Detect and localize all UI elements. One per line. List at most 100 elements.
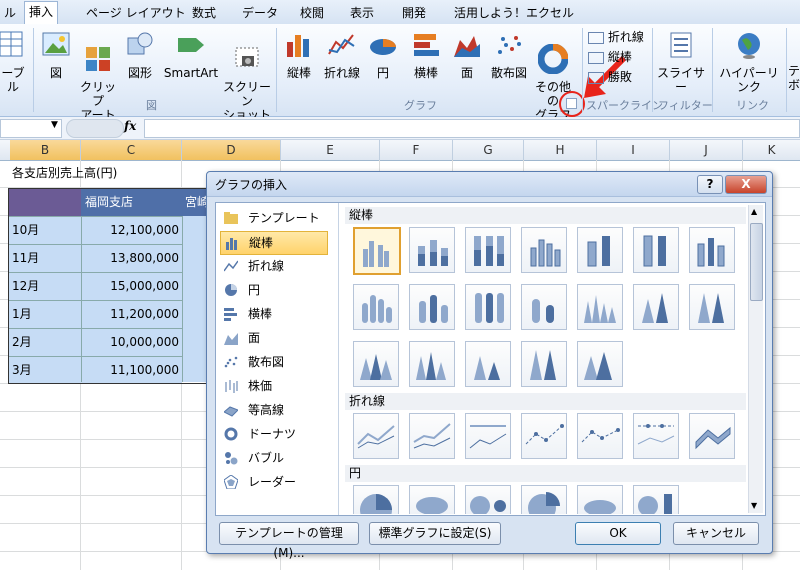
table-button[interactable]: ーブル [0, 30, 26, 94]
chart-type-stacked-line-markers[interactable] [577, 413, 623, 459]
tab-custom[interactable]: 活用しよう！エクセル [450, 3, 578, 24]
ok-button[interactable]: OK [575, 522, 661, 545]
chart-type-3d-cone[interactable] [353, 341, 399, 387]
chart-type-clustered-column[interactable] [353, 227, 401, 275]
gallery-scrollbar[interactable]: ▲ ▼ [748, 205, 763, 513]
scroll-up-icon[interactable]: ▲ [751, 207, 757, 216]
category-item-bubble[interactable]: バブル [220, 447, 326, 469]
column-header-b[interactable]: B [10, 140, 81, 160]
chart-type-stacked-pyramid[interactable] [465, 341, 511, 387]
chart-type-100-line-markers[interactable] [633, 413, 679, 459]
pie-chart-button[interactable]: 円 [366, 30, 400, 80]
chart-type-3d-100-stacked-column[interactable] [633, 227, 679, 273]
chart-type-100-stacked-cylinder[interactable] [465, 284, 511, 330]
chart-type-100-stacked-line[interactable] [465, 413, 511, 459]
table-corner-cell[interactable] [9, 189, 81, 216]
column-header-e[interactable]: E [281, 140, 380, 160]
tab-developer[interactable]: 開発 [398, 3, 430, 24]
dialog-title-bar[interactable]: グラフの挿入 ? X [207, 172, 772, 197]
tab-data[interactable]: データ [238, 3, 282, 24]
chart-type-pie-of-pie[interactable] [465, 485, 511, 516]
scroll-thumb[interactable] [750, 223, 763, 301]
column-header-d[interactable]: D [182, 140, 281, 160]
chart-type-clustered-pyramid[interactable] [409, 341, 455, 387]
tab-review[interactable]: 校閲 [296, 3, 328, 24]
column-chart-button[interactable]: 縦棒 [282, 30, 316, 80]
chart-type-3d-line[interactable] [689, 413, 735, 459]
formula-input[interactable] [144, 119, 800, 138]
chart-type-exploded-pie[interactable] [521, 485, 567, 522]
column-header-j[interactable]: J [670, 140, 743, 160]
category-item-stock[interactable]: 株価 [220, 375, 326, 397]
chart-type-3d-stacked-column[interactable] [577, 227, 623, 273]
chart-type-3d-exploded-pie[interactable] [577, 485, 623, 516]
category-item-scatter[interactable]: 散布図 [220, 351, 326, 373]
category-item-area[interactable]: 面 [220, 327, 326, 349]
chart-type-bar-of-pie[interactable] [633, 485, 679, 516]
smartart-button[interactable]: SmartArt [160, 30, 222, 80]
tab-home-partial[interactable]: ル [0, 3, 20, 24]
tab-formulas[interactable]: 数式 [188, 3, 220, 24]
table-header-fukuoka[interactable]: 福岡支店 [81, 189, 182, 216]
chart-type-line-markers[interactable] [521, 413, 567, 459]
chart-type-100-stacked-pyramid[interactable] [521, 341, 567, 387]
area-chart-button[interactable]: 面 [450, 30, 484, 80]
chart-type-3d-column[interactable] [689, 227, 735, 273]
table-row[interactable]: 10月 12,100,000 [9, 216, 182, 244]
shapes-button[interactable]: 図形 [122, 30, 158, 80]
category-item-template[interactable]: テンプレート [220, 207, 326, 229]
spark-winloss-button[interactable]: 勝敗 [588, 68, 632, 85]
hyperlink-button[interactable]: ハイパーリンク [714, 30, 784, 94]
chart-type-clustered-cone[interactable] [577, 284, 623, 330]
chart-type-stacked-cone[interactable] [633, 284, 679, 330]
fx-icon[interactable]: fx [124, 119, 136, 133]
category-item-radar[interactable]: レーダー [220, 471, 326, 493]
chart-type-3d-clustered-column[interactable] [521, 227, 567, 273]
column-header-h[interactable]: H [524, 140, 597, 160]
table-row[interactable]: 11月 13,800,000 [9, 244, 182, 272]
chart-type-100-stacked-cone[interactable] [689, 284, 735, 330]
table-row[interactable]: 1月 11,200,000 [9, 300, 182, 328]
chart-type-pie[interactable] [353, 485, 399, 526]
category-item-column[interactable]: 縦棒 [220, 231, 328, 255]
chart-type-clustered-cylinder[interactable] [353, 284, 399, 330]
chart-type-3d-pyramid[interactable] [577, 341, 623, 387]
chevron-down-icon[interactable]: ▼ [51, 120, 58, 130]
chart-type-100-stacked-column[interactable] [465, 227, 511, 273]
cancel-button[interactable]: キャンセル [673, 522, 759, 545]
category-item-surface[interactable]: 等高線 [220, 399, 326, 421]
table-row[interactable]: 2月 10,000,000 [9, 328, 182, 356]
scatter-chart-button[interactable]: 散布図 [488, 30, 530, 80]
chart-type-stacked-line[interactable] [409, 413, 455, 459]
column-header-c[interactable]: C [81, 140, 182, 160]
picture-button[interactable]: 図 [40, 30, 72, 80]
chart-type-stacked-cylinder[interactable] [409, 284, 455, 330]
spark-column-button[interactable]: 縦棒 [588, 48, 632, 65]
manage-templates-button[interactable]: テンプレートの管理(M)... [219, 522, 359, 560]
name-box[interactable]: ▼ [0, 119, 62, 138]
tab-page-layout[interactable]: ページ レイアウト [82, 3, 190, 24]
sheet-title[interactable]: 各支店別売上高(円) [12, 160, 117, 187]
table-row[interactable]: 12月 15,000,000 [9, 272, 182, 300]
bar-chart-button[interactable]: 横棒 [406, 30, 446, 80]
textbox-button-partial[interactable]: テ ボ [788, 64, 800, 92]
chart-type-line[interactable] [353, 413, 399, 459]
chart-type-3d-pie[interactable] [409, 485, 455, 515]
set-default-chart-button[interactable]: 標準グラフに設定(S) [369, 522, 501, 545]
category-item-pie[interactable]: 円 [220, 279, 326, 301]
chart-type-3d-cylinder[interactable] [521, 284, 567, 330]
tab-view[interactable]: 表示 [346, 3, 378, 24]
close-button[interactable]: X [725, 175, 767, 194]
scroll-down-icon[interactable]: ▼ [751, 501, 757, 510]
column-header-f[interactable]: F [380, 140, 453, 160]
tab-insert[interactable]: 挿入 [24, 1, 59, 25]
column-header-i[interactable]: I [597, 140, 670, 160]
category-item-bar[interactable]: 横棒 [220, 303, 326, 325]
category-item-doughnut[interactable]: ドーナツ [220, 423, 326, 445]
help-button[interactable]: ? [697, 175, 723, 194]
column-header-k[interactable]: K [743, 140, 800, 160]
table-header-miyazaki[interactable]: 宮崎 [182, 189, 209, 216]
line-chart-button[interactable]: 折れ線 [320, 30, 364, 80]
chart-type-stacked-column[interactable] [409, 227, 455, 273]
spark-line-button[interactable]: 折れ線 [588, 28, 644, 45]
